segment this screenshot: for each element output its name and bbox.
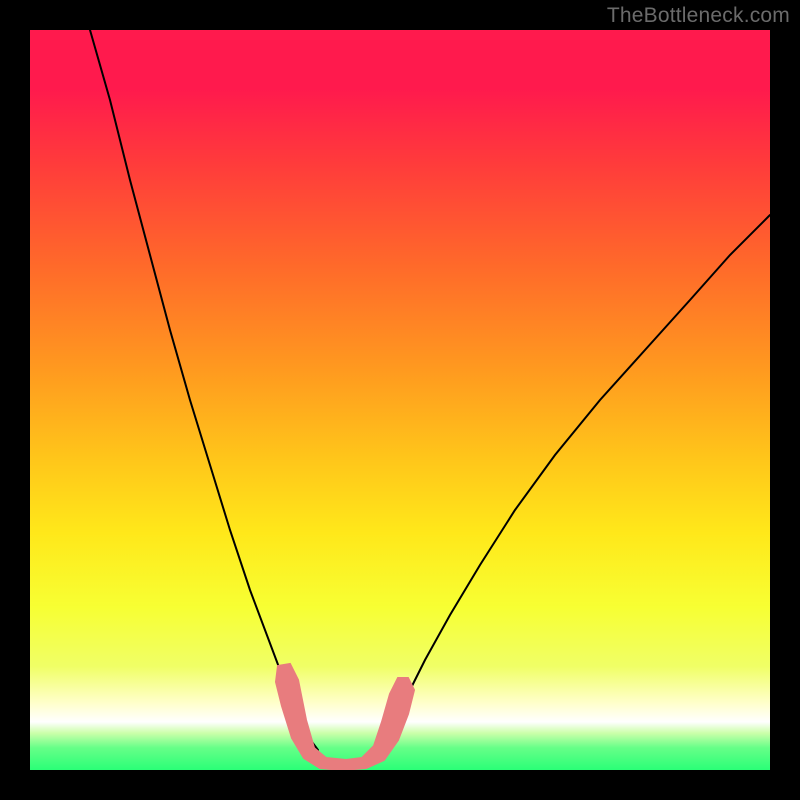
right-curve [380,215,770,750]
left-curve [90,30,318,750]
chart-frame: TheBottleneck.com [0,0,800,800]
plot-area [30,30,770,770]
curve-layer [30,30,770,770]
floor-shape [276,664,414,770]
watermark-text: TheBottleneck.com [607,4,790,28]
